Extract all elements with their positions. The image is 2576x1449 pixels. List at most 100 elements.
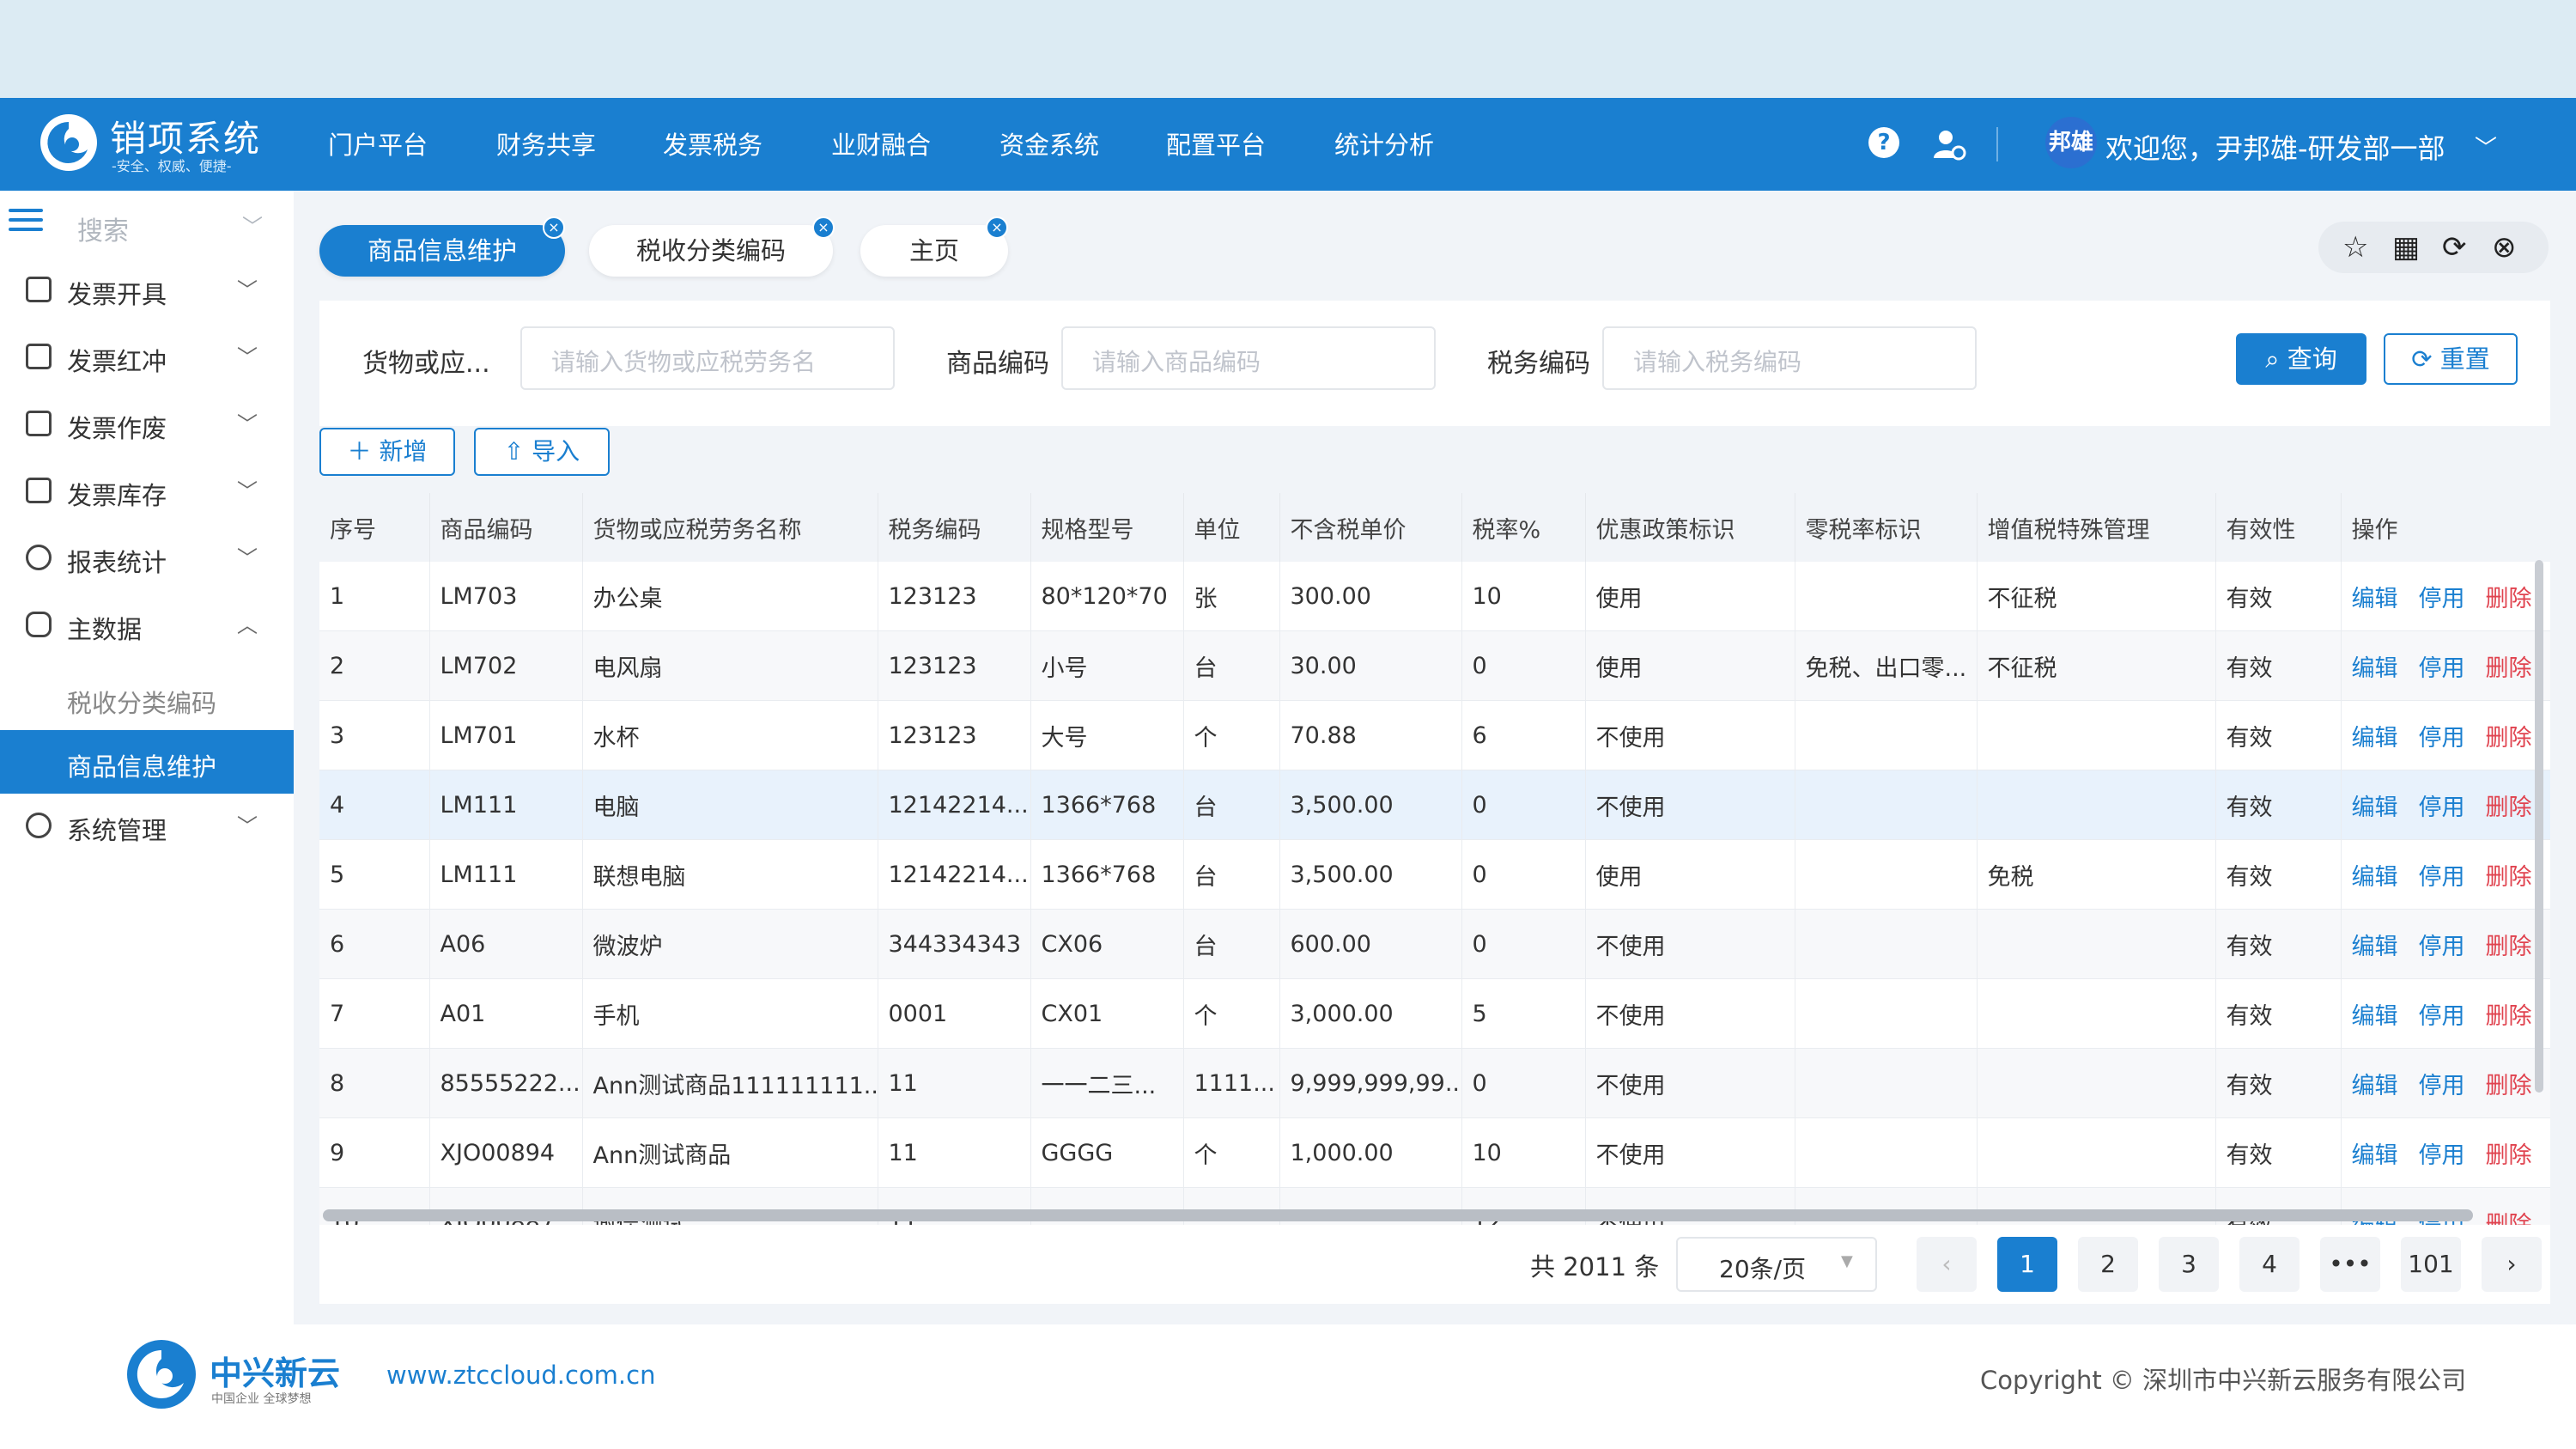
close-icon[interactable]: ×: [986, 216, 1008, 239]
page-1[interactable]: 1: [1997, 1237, 2057, 1292]
query-button[interactable]: ⌕ 查询: [2236, 333, 2366, 385]
row-actions: 编辑停用删除: [2341, 770, 2550, 840]
page-101[interactable]: 101: [2401, 1237, 2461, 1292]
delete-link[interactable]: 删除: [2486, 795, 2532, 821]
invoice-void-icon: [26, 411, 52, 436]
delete-link[interactable]: 删除: [2486, 725, 2532, 752]
disable-link[interactable]: 停用: [2419, 586, 2465, 612]
table-cell: 使用: [1585, 839, 1795, 910]
sidebar-item-system[interactable]: 系统管理 ﹀: [0, 797, 294, 857]
reset-button[interactable]: ⟳ 重置: [2384, 333, 2518, 385]
edit-link[interactable]: 编辑: [2352, 1142, 2398, 1169]
disable-link[interactable]: 停用: [2419, 1142, 2465, 1169]
delete-link[interactable]: 删除: [2486, 586, 2532, 612]
goods-name-input[interactable]: 请输入货物或应税劳务名: [520, 326, 895, 390]
sidebar-sub-product-info[interactable]: 商品信息维护: [0, 730, 294, 794]
footer-copyright: Copyright © 深圳市中兴新云服务有限公司: [1980, 1366, 2467, 1395]
help-icon[interactable]: ?: [1868, 127, 1899, 158]
disable-link[interactable]: 停用: [2419, 934, 2465, 960]
sidebar-sub-tax-code[interactable]: 税收分类编码: [0, 667, 294, 730]
table-cell: 0001: [878, 978, 1031, 1049]
table-cell: 有效: [2215, 1117, 2342, 1188]
delete-link[interactable]: 删除: [2486, 1003, 2532, 1030]
disable-link[interactable]: 停用: [2419, 1073, 2465, 1099]
sidebar-item-invoice-stock[interactable]: 发票库存 ﹀: [0, 462, 294, 522]
more-pages[interactable]: •••: [2320, 1237, 2380, 1292]
star-icon[interactable]: ☆: [2342, 230, 2368, 265]
chevron-down-icon[interactable]: ﹀: [242, 210, 263, 240]
horizontal-scrollbar[interactable]: [323, 1209, 2473, 1221]
page-2[interactable]: 2: [2078, 1237, 2138, 1292]
table-cell: 有效: [2215, 839, 2342, 910]
next-page-button[interactable]: ›: [2482, 1237, 2542, 1292]
edit-link[interactable]: 编辑: [2352, 795, 2398, 821]
nav-business-finance[interactable]: 业财融合: [831, 125, 931, 161]
disable-link[interactable]: 停用: [2419, 655, 2465, 682]
edit-link[interactable]: 编辑: [2352, 864, 2398, 891]
chevron-down-icon[interactable]: ﹀: [2475, 131, 2497, 162]
tab-tax-code[interactable]: 税收分类编码: [589, 225, 833, 277]
table-cell: 小号: [1030, 630, 1184, 701]
table-cell: [1795, 770, 1978, 840]
sidebar-item-report[interactable]: 报表统计 ﹀: [0, 529, 294, 589]
table-cell: 有效: [2215, 1048, 2342, 1118]
sidebar-item-master-data[interactable]: 主数据 ︿: [0, 596, 294, 656]
disable-link[interactable]: 停用: [2419, 725, 2465, 752]
query-label: 查询: [2287, 344, 2337, 374]
tax-code-input[interactable]: 请输入税务编码: [1602, 326, 1977, 390]
table-cell: [1795, 978, 1978, 1049]
vertical-scrollbar[interactable]: [2535, 560, 2543, 1093]
delete-link[interactable]: 删除: [2486, 864, 2532, 891]
close-icon[interactable]: ×: [812, 216, 835, 239]
nav-invoice-tax[interactable]: 发票税务: [663, 125, 762, 161]
table-row: 5 LM111 联想电脑 12142214... 1366*768 台 3,500.00 0 使…: [319, 839, 2550, 910]
grid-icon[interactable]: ▦: [2392, 230, 2420, 265]
user-settings-icon[interactable]: [1932, 127, 1966, 161]
delete-link[interactable]: 删除: [2486, 655, 2532, 682]
product-code-input[interactable]: 请输入商品编码: [1061, 326, 1436, 390]
nav-statistics[interactable]: 统计分析: [1334, 125, 1434, 161]
nav-funds[interactable]: 资金系统: [999, 125, 1099, 161]
nav-finance-share[interactable]: 财务共享: [496, 125, 596, 161]
edit-link[interactable]: 编辑: [2352, 655, 2398, 682]
avatar[interactable]: 邦雄: [2045, 117, 2097, 168]
page-4[interactable]: 4: [2239, 1237, 2300, 1292]
nav-portal[interactable]: 门户平台: [328, 125, 428, 161]
col-validity: 有效性: [2215, 493, 2342, 562]
table-cell: 10: [1461, 1117, 1586, 1188]
edit-link[interactable]: 编辑: [2352, 586, 2398, 612]
page-3[interactable]: 3: [2159, 1237, 2219, 1292]
delete-link[interactable]: 删除: [2486, 1142, 2532, 1169]
tab-product-info[interactable]: 商品信息维护: [319, 225, 565, 277]
table-cell: XJO00894: [429, 1117, 583, 1188]
table-cell: GGGG: [1030, 1117, 1184, 1188]
welcome-text[interactable]: 欢迎您，尹邦雄-研发部一部: [2105, 127, 2445, 167]
edit-link[interactable]: 编辑: [2352, 934, 2398, 960]
add-button[interactable]: ＋ 新增: [319, 428, 455, 476]
import-button[interactable]: ⇧ 导入: [474, 428, 610, 476]
disable-link[interactable]: 停用: [2419, 864, 2465, 891]
delete-link[interactable]: 删除: [2486, 934, 2532, 960]
delete-link[interactable]: 删除: [2486, 1212, 2532, 1226]
footer-url[interactable]: www.ztccloud.com.cn: [386, 1361, 655, 1390]
table-row: 9 XJO00894 Ann测试商品 11 GGGG 个 1,000.00 10 不使用 有效 编辑…: [319, 1117, 2550, 1188]
table-cell: 3,500.00: [1279, 770, 1462, 840]
sidebar-item-invoice-red[interactable]: 发票红冲 ﹀: [0, 328, 294, 388]
edit-link[interactable]: 编辑: [2352, 725, 2398, 752]
refresh-icon[interactable]: ⟳: [2442, 230, 2467, 265]
prev-page-button[interactable]: ‹: [1917, 1237, 1977, 1292]
disable-link[interactable]: 停用: [2419, 1003, 2465, 1030]
menu-toggle-icon[interactable]: [9, 209, 43, 236]
edit-link[interactable]: 编辑: [2352, 1073, 2398, 1099]
edit-link[interactable]: 编辑: [2352, 1003, 2398, 1030]
tab-home[interactable]: 主页: [860, 225, 1008, 277]
disable-link[interactable]: 停用: [2419, 795, 2465, 821]
close-all-icon[interactable]: ⊗: [2492, 230, 2517, 265]
sidebar-item-invoice-void[interactable]: 发票作废 ﹀: [0, 395, 294, 455]
nav-config[interactable]: 配置平台: [1166, 125, 1266, 161]
table-cell: 微波炉: [582, 909, 878, 979]
delete-link[interactable]: 删除: [2486, 1073, 2532, 1099]
sidebar-item-invoice-issue[interactable]: 发票开具 ﹀: [0, 261, 294, 321]
sidebar-search[interactable]: 搜索: [77, 210, 129, 247]
close-icon[interactable]: ×: [543, 216, 565, 239]
